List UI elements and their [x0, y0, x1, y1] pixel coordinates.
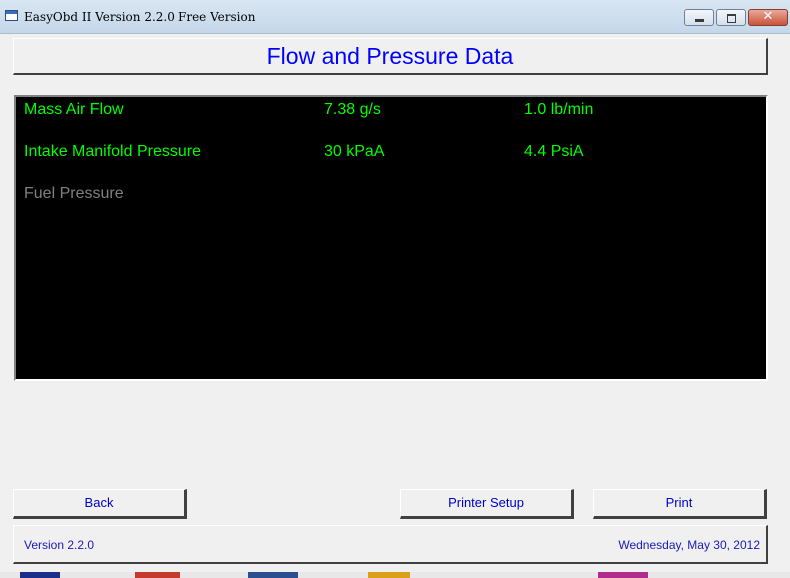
version-label: Version 2.2.0: [24, 538, 95, 552]
taskbar-item[interactable]: [135, 572, 180, 578]
minimize-icon[interactable]: [684, 9, 714, 26]
maximize-icon[interactable]: [716, 9, 746, 26]
print-button[interactable]: Print: [593, 489, 767, 519]
parameter-value-metric: 30 kPaA: [324, 143, 385, 160]
parameter-value-imperial: 4.4 PsiA: [524, 143, 584, 160]
window-title: EasyObd II Version 2.2.0: [24, 10, 175, 24]
data-row-intake-manifold-pressure: Intake Manifold Pressure 30 kPaA 4.4 Psi…: [16, 143, 766, 167]
close-button[interactable]: ✕: [748, 9, 788, 26]
window-edition: Free Version: [178, 10, 256, 24]
back-button[interactable]: Back: [13, 489, 187, 519]
data-display-panel: Mass Air Flow 7.38 g/s 1.0 lb/min Intake…: [14, 95, 768, 381]
date-label: Wednesday, May 30, 2012: [618, 538, 760, 552]
parameter-name: Fuel Pressure: [24, 185, 124, 202]
application-window-icon[interactable]: [5, 10, 18, 21]
data-row-fuel-pressure: Fuel Pressure: [16, 185, 766, 209]
page-title: Flow and Pressure Data: [266, 43, 514, 69]
taskbar-item[interactable]: [368, 572, 410, 578]
app-window: EasyObd II Version 2.2.0 Free Version ✕ …: [0, 0, 790, 578]
data-row-mass-air-flow: Mass Air Flow 7.38 g/s 1.0 lb/min: [16, 101, 766, 125]
parameter-value-imperial: 1.0 lb/min: [524, 101, 594, 118]
taskbar-item[interactable]: [20, 572, 60, 578]
close-icon: ✕: [762, 9, 774, 24]
status-bar: Version 2.2.0 Wednesday, May 30, 2012: [13, 525, 768, 564]
parameter-value-metric: 7.38 g/s: [324, 101, 381, 118]
taskbar-item[interactable]: [598, 572, 648, 578]
printer-setup-button[interactable]: Printer Setup: [400, 489, 574, 519]
header-panel: Flow and Pressure Data: [13, 38, 768, 75]
title-bar[interactable]: EasyObd II Version 2.2.0 Free Version ✕: [0, 0, 790, 34]
parameter-name: Intake Manifold Pressure: [24, 143, 201, 160]
parameter-name: Mass Air Flow: [24, 101, 124, 118]
taskbar-item[interactable]: [248, 572, 298, 578]
